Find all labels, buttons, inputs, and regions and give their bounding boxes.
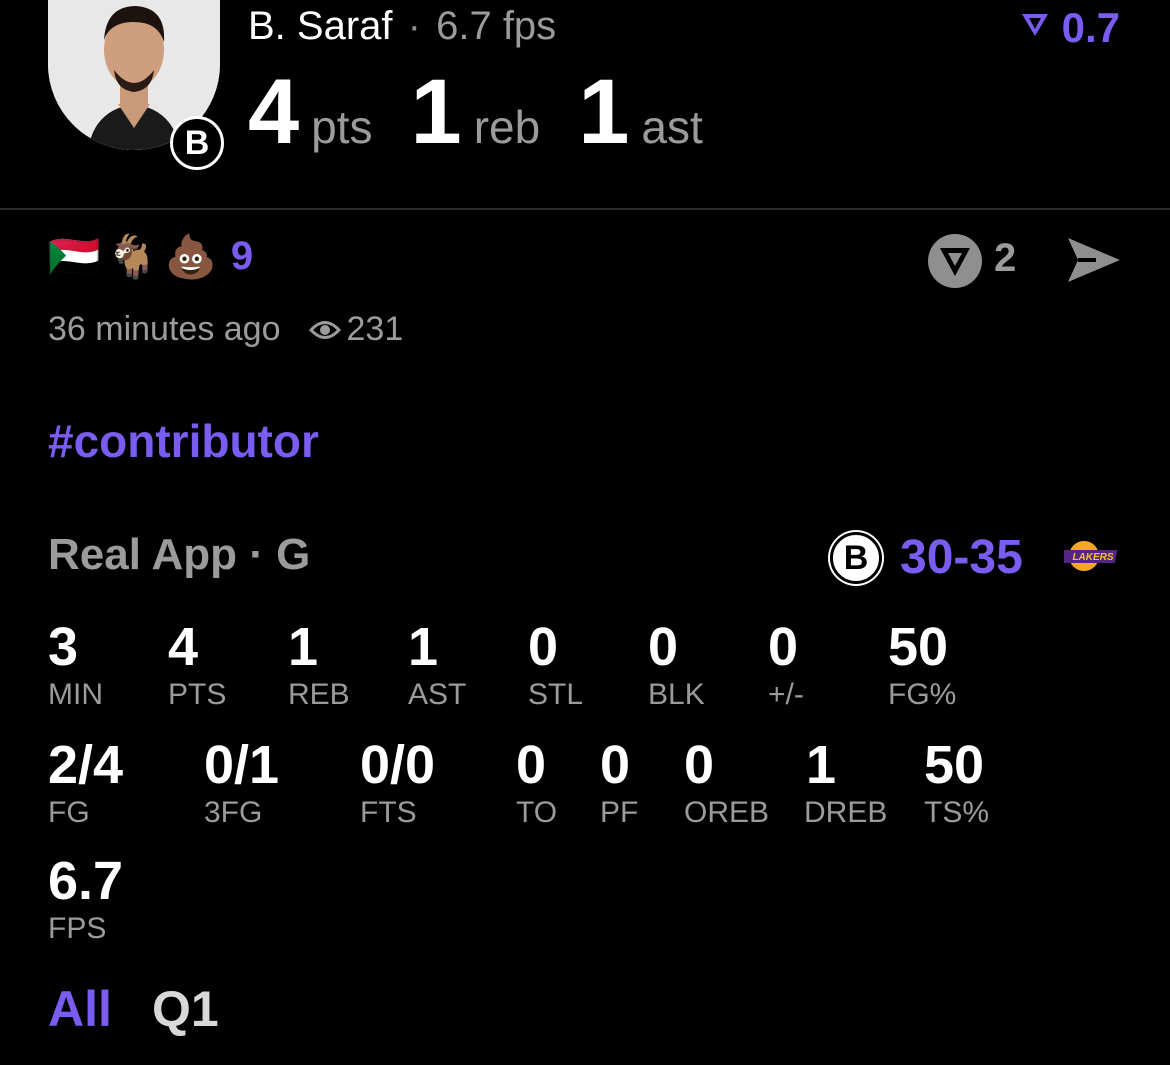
stat-value: 0	[768, 617, 799, 677]
stat-label: 3FG	[204, 796, 263, 829]
fps-change: 0.7	[1020, 4, 1120, 52]
stat-value: 0	[648, 617, 679, 677]
stat-label: FG	[48, 796, 90, 829]
stat-value: 0	[600, 735, 631, 795]
view-count: 231	[346, 310, 404, 348]
stat-label: FG%	[888, 678, 957, 711]
team-badge: B	[170, 116, 224, 170]
stat-value: 6.7	[48, 851, 124, 911]
sudan-flag-emoji[interactable]: 🇸🇩	[48, 235, 100, 278]
stat-cell: 0 OREB	[684, 738, 769, 830]
source-label: Real App · G	[48, 530, 311, 579]
lakers-logo-icon: LAKERS	[1060, 538, 1120, 574]
stat-value: 50	[888, 617, 949, 677]
reaction-count[interactable]: 9	[231, 234, 253, 279]
stat-cell: 0 +/-	[768, 620, 804, 712]
stat-cell: 1 DREB	[804, 738, 887, 830]
stat-value: 50	[924, 735, 985, 795]
stat-label: +/-	[768, 678, 804, 711]
stat-value: 4	[168, 617, 199, 677]
stat-cell: 0 BLK	[648, 620, 705, 712]
stat-value: 0	[516, 735, 547, 795]
comment-icon[interactable]	[928, 234, 982, 288]
headline-value: 4	[248, 61, 300, 163]
lakers-wordmark: LAKERS	[1072, 552, 1113, 563]
trend-down-icon	[1021, 14, 1048, 36]
share-icon[interactable]	[1066, 236, 1122, 289]
stat-label: DREB	[804, 796, 888, 829]
stat-value: 1	[408, 617, 439, 677]
stat-label: PF	[600, 796, 639, 829]
comment-count[interactable]: 2	[994, 236, 1016, 281]
comment-glyph	[940, 248, 970, 276]
stat-cell: 0 STL	[528, 620, 583, 712]
poop-emoji[interactable]: 💩	[165, 235, 217, 278]
stat-value: 3	[48, 617, 79, 677]
fps-text: 6.7 fps	[436, 4, 557, 48]
stat-value: 2/4	[48, 735, 124, 795]
stat-cell: 4 PTS	[168, 620, 226, 712]
stat-label: FTS	[360, 796, 417, 829]
player-name-line[interactable]: B. Saraf · 6.7 fps	[248, 4, 556, 49]
stat-cell: 0/0 FTS	[360, 738, 435, 830]
reactions-bar[interactable]: 🇸🇩 🐐 💩 9	[48, 234, 253, 279]
nets-logo-icon: B	[830, 532, 882, 584]
stat-label: AST	[408, 678, 467, 711]
stat-value: 0/0	[360, 735, 436, 795]
tab-q1[interactable]: Q1	[152, 980, 219, 1038]
stat-label: REB	[288, 678, 350, 711]
headline-value: 1	[578, 61, 630, 163]
stat-cell: 0 TO	[516, 738, 557, 830]
divider	[0, 208, 1170, 210]
time-ago: 36 minutes ago	[48, 310, 281, 348]
separator: ·	[407, 4, 421, 48]
stat-cell: 2/4 FG	[48, 738, 123, 830]
tab-all[interactable]: All	[48, 980, 112, 1038]
headline-value: 1	[410, 61, 462, 163]
fps-change-value: 0.7	[1061, 4, 1120, 51]
stat-cell: 50 FG%	[888, 620, 956, 712]
stat-value: 0	[684, 735, 715, 795]
stat-label: STL	[528, 678, 584, 711]
stat-value: 0/1	[204, 735, 280, 795]
hashtag-link[interactable]: #contributor	[48, 414, 319, 468]
stat-value: 1	[288, 617, 319, 677]
game-score[interactable]: 30-35	[900, 530, 1023, 585]
player-name[interactable]: B. Saraf	[248, 4, 393, 48]
stat-label: OREB	[684, 796, 770, 829]
stat-label: TS%	[924, 796, 990, 829]
headline-unit: ast	[641, 101, 703, 153]
headline-unit: pts	[311, 101, 373, 153]
stat-cell: 1 REB	[288, 620, 350, 712]
headline-unit: reb	[473, 101, 541, 153]
eye-icon	[308, 320, 341, 339]
stat-label: TO	[516, 796, 558, 829]
stat-label: MIN	[48, 678, 103, 711]
goat-emoji[interactable]: 🐐	[106, 235, 158, 278]
stat-value: 1	[806, 735, 837, 795]
stat-label: FPS	[48, 912, 107, 945]
stat-cell: 0/1 3FG	[204, 738, 279, 830]
headline-stats: 4 pts 1 reb 1 ast	[248, 66, 741, 158]
stat-cell: 3 MIN	[48, 620, 103, 712]
stat-cell: 1 AST	[408, 620, 466, 712]
stat-label: PTS	[168, 678, 227, 711]
stat-cell: 6.7 FPS	[48, 854, 123, 946]
stat-label: BLK	[648, 678, 705, 711]
stat-value: 0	[528, 617, 559, 677]
post-meta: 36 minutes ago 231	[48, 310, 403, 349]
stat-cell: 50 TS%	[924, 738, 989, 830]
stat-cell: 0 PF	[600, 738, 638, 830]
